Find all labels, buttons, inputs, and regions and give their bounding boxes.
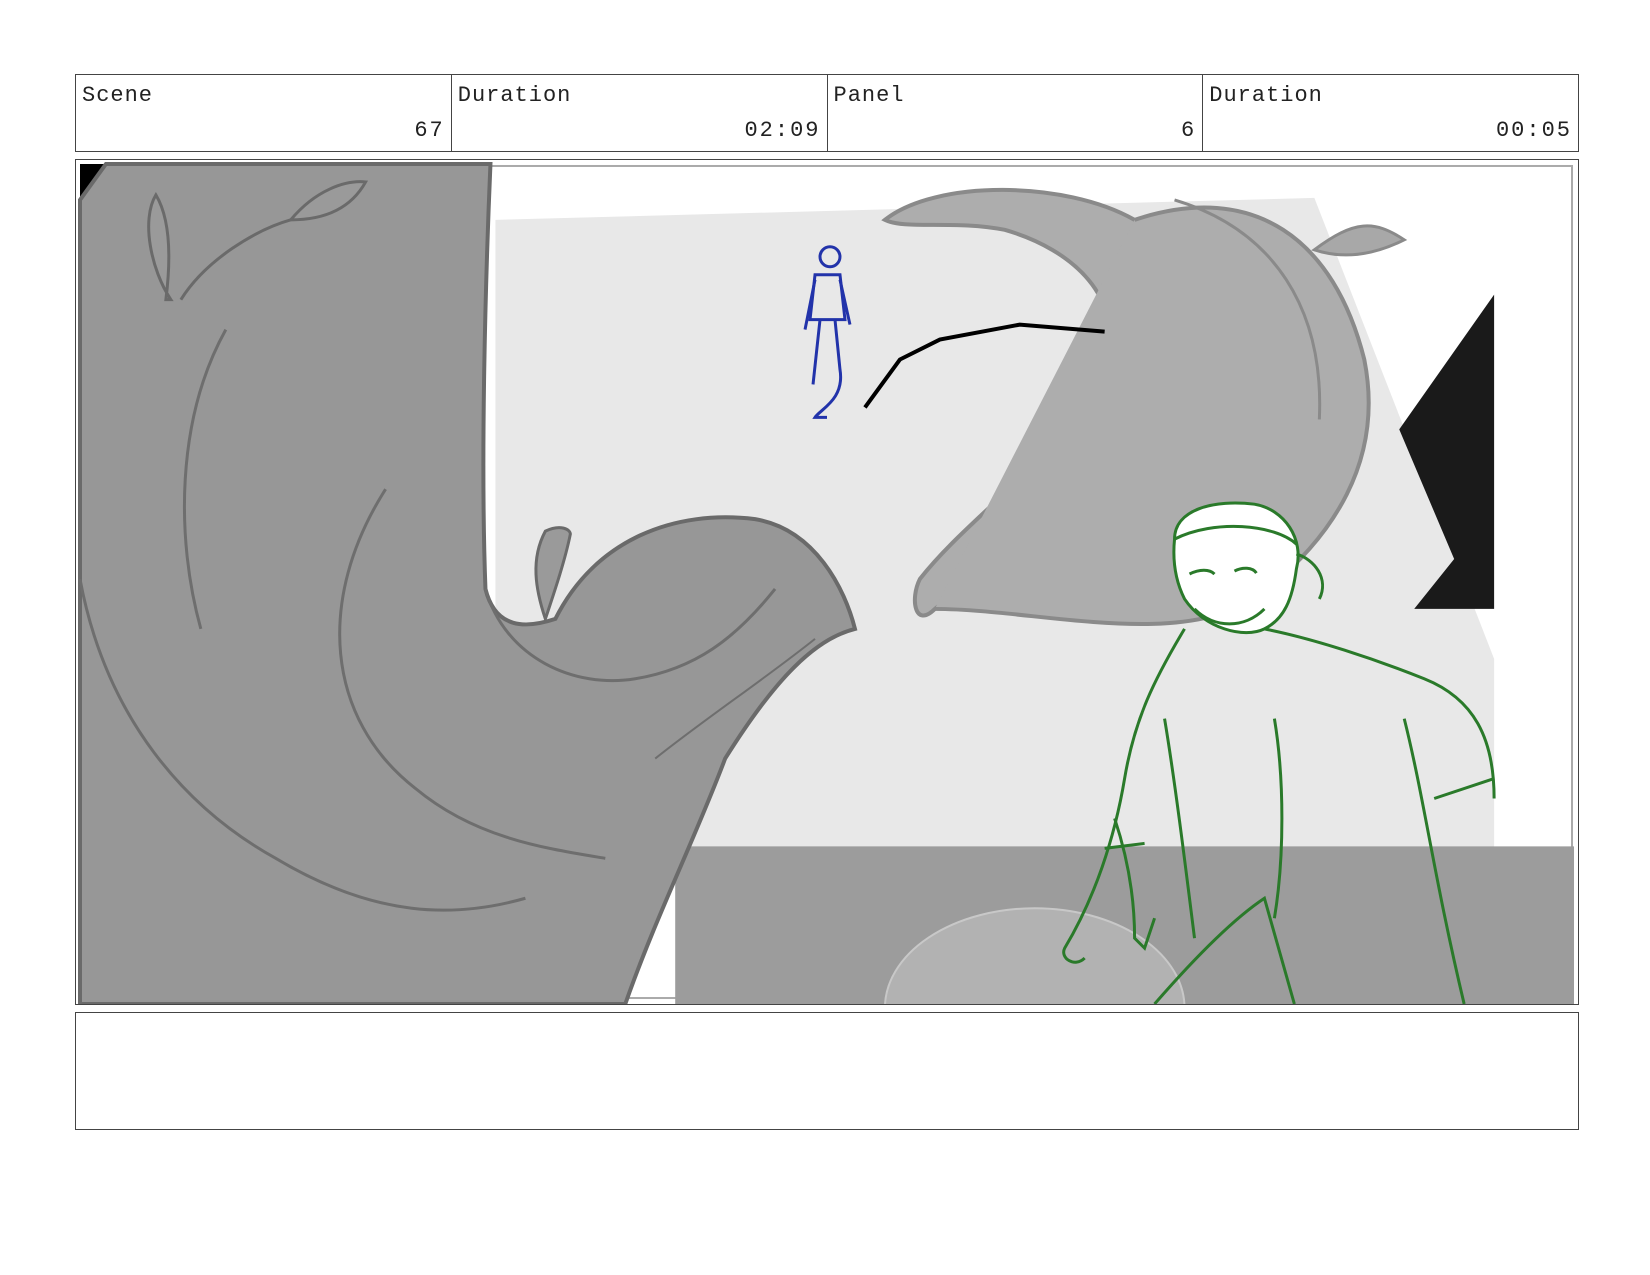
panel-duration-value: 00:05	[1495, 118, 1572, 143]
storyboard-panel-image	[75, 159, 1579, 1005]
panel-sketch	[77, 161, 1575, 1004]
sprout-leaf	[1311, 224, 1408, 257]
scene-duration-cell: Duration 02:09	[452, 75, 828, 151]
scene-number: 67	[414, 118, 445, 143]
panel-number: 6	[1181, 118, 1197, 143]
storyboard-header: Scene 67 Duration 02:09 Panel 6 Duration…	[75, 74, 1579, 152]
panel-duration-label: Duration	[1209, 83, 1323, 108]
panel-cell: Panel 6	[828, 75, 1204, 151]
scene-duration-label: Duration	[457, 83, 572, 108]
scene-duration-value: 02:09	[744, 118, 821, 143]
panel-duration-cell: Duration 00:05	[1203, 75, 1578, 151]
panel-label: Panel	[833, 83, 905, 108]
scene-cell: Scene 67	[76, 75, 452, 151]
panel-notes-box	[75, 1012, 1579, 1130]
scene-label: Scene	[82, 83, 154, 108]
